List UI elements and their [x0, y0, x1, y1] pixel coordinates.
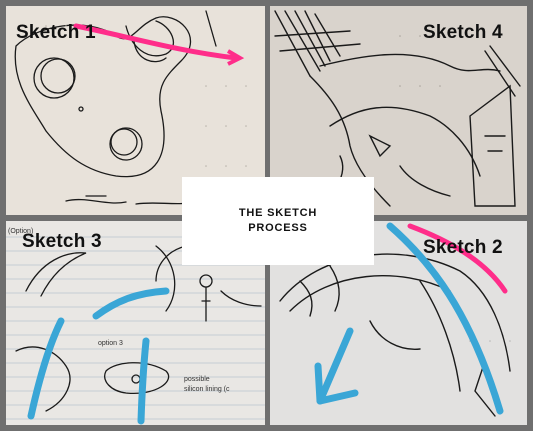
sketch-3-label: Sketch 3: [22, 231, 102, 252]
title-line-1: THE SKETCH: [238, 207, 318, 219]
title-card: THE SKETCH PROCESS: [182, 177, 374, 265]
svg-text:silicon lining (c: silicon lining (c: [184, 386, 230, 393]
title-line-2: PROCESS: [248, 222, 308, 234]
svg-text:possible: possible: [184, 376, 210, 383]
sketch-2-label: Sketch 2: [423, 237, 503, 258]
sketch-4-label: Sketch 4: [423, 22, 503, 43]
blue-marker-strokes: [27, 287, 170, 425]
sketch-1-label: Sketch 1: [16, 22, 96, 43]
svg-text:option 3: option 3: [98, 340, 123, 347]
